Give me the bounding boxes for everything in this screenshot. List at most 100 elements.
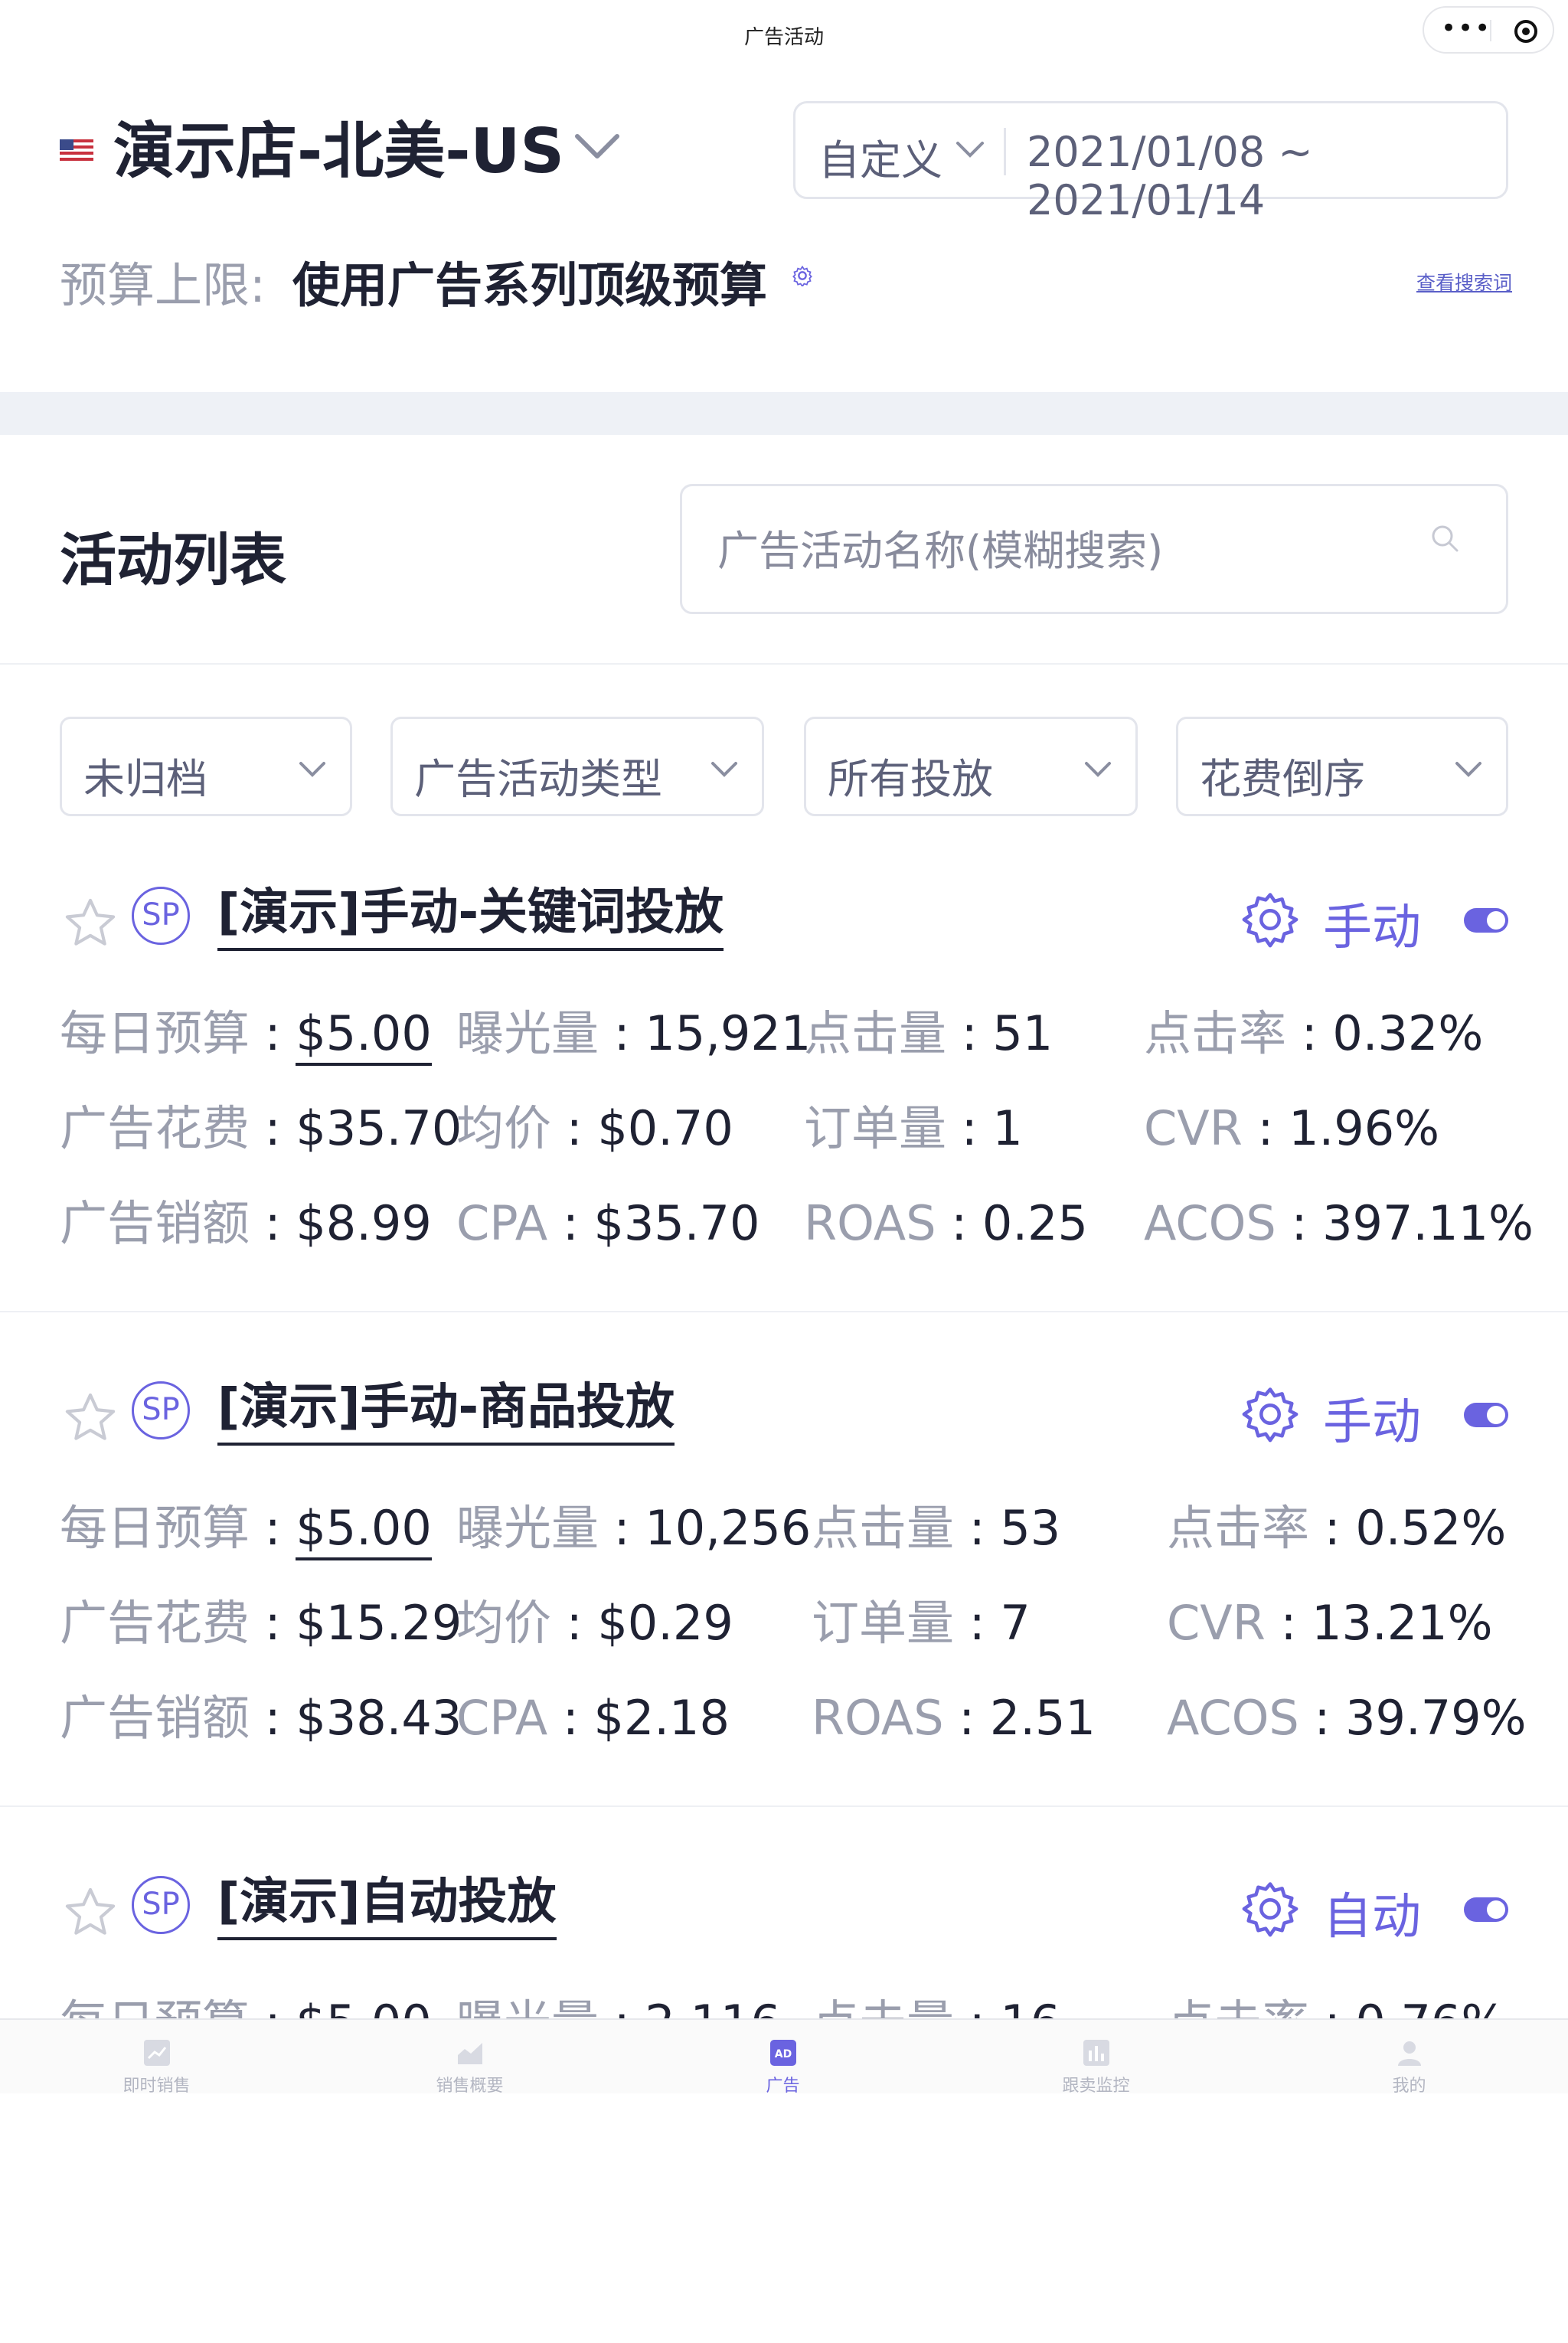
metric-colon: :: [1286, 1005, 1333, 1061]
daily-budget-value[interactable]: $5.00: [296, 1500, 432, 1560]
filter-campaign-type[interactable]: 广告活动类型: [390, 717, 764, 816]
campaign-card[interactable]: SP [演示]手动-关键词投放 手动 每日预算 : $5.00 曝光量 : 15,921…: [0, 859, 1568, 1354]
metric-label: ROAS: [804, 1195, 936, 1251]
metric-value: $0.70: [597, 1100, 733, 1156]
campaign-card[interactable]: SP [演示]手动-商品投放 手动 每日预算 : $5.00 曝光量 : 10,256 点…: [0, 1354, 1568, 1848]
filter-label: 未归档: [83, 755, 207, 803]
metric-colon: :: [1265, 1595, 1312, 1651]
metric-label: ACOS: [1167, 1690, 1299, 1746]
tab-label: 即时销售: [122, 2077, 191, 2096]
metric-item: 点击率 : 0.32%: [1144, 1005, 1483, 1063]
more-icon[interactable]: •••: [1441, 15, 1491, 41]
campaign-name-link[interactable]: [演示]手动-关键词投放: [217, 882, 724, 951]
metric-item: 均价 : $0.29: [456, 1594, 733, 1652]
tab-realtime-sales[interactable]: 即时销售: [0, 2020, 313, 2096]
campaign-settings-icon[interactable]: [1240, 1384, 1300, 1447]
metric-item: ACOS : 39.79%: [1167, 1689, 1527, 1747]
metric-label: CPA: [456, 1195, 548, 1251]
divider: [0, 1805, 1568, 1807]
page-title: 广告活动: [743, 26, 824, 49]
metric-label: 点击量: [804, 1005, 947, 1061]
date-mode-select[interactable]: 自定义: [818, 126, 942, 187]
section-divider-band: [0, 392, 1568, 435]
metric-item: 点击率 : 0.52%: [1167, 1499, 1506, 1557]
favorite-star-icon[interactable]: [61, 894, 119, 956]
budget-cap-value: 使用广告系列顶级预算: [292, 257, 768, 313]
metric-value: 51: [992, 1005, 1054, 1061]
campaign-enable-toggle[interactable]: [1464, 1403, 1508, 1427]
metric-colon: :: [551, 1100, 598, 1156]
favorite-star-icon[interactable]: [61, 1884, 119, 1945]
chevron-down-icon[interactable]: [573, 130, 622, 161]
metric-colon: :: [551, 1595, 598, 1651]
metric-colon: :: [946, 1100, 993, 1156]
metric-colon: :: [250, 1690, 296, 1746]
metric-value: 0.25: [982, 1195, 1088, 1251]
metric-label: 均价: [456, 1100, 552, 1156]
tab-label: 跟卖监控: [1062, 2077, 1130, 2096]
metric-item: 订单量 : 7: [812, 1594, 1031, 1652]
tab-label: 我的: [1392, 2077, 1426, 2096]
metric-label: 均价: [456, 1595, 552, 1651]
metric-label: CVR: [1144, 1100, 1243, 1156]
filter-label: 花费倒序: [1200, 755, 1365, 803]
metric-item[interactable]: 每日预算 : $5.00: [60, 1005, 432, 1066]
metric-value: 2.51: [989, 1690, 1096, 1746]
view-search-terms-link[interactable]: 查看搜索词: [1416, 268, 1512, 296]
metric-label: 点击率: [1167, 1500, 1310, 1556]
divider: [0, 1311, 1568, 1312]
divider: [1004, 128, 1006, 175]
settings-icon[interactable]: [792, 265, 813, 286]
campaign-enable-toggle[interactable]: [1464, 908, 1508, 933]
store-selector[interactable]: 演示店-北美-US: [113, 115, 564, 188]
metric-item: 曝光量 : 15,921: [456, 1005, 811, 1063]
capsule-divider: [1490, 20, 1491, 41]
metric-item: CVR : 13.21%: [1167, 1594, 1493, 1652]
metric-label: 点击率: [1144, 1005, 1287, 1061]
campaign-name-link[interactable]: [演示]手动-商品投放: [217, 1377, 675, 1446]
date-range-value[interactable]: 2021/01/08 ~ 2021/01/14: [1027, 128, 1506, 224]
metric-value: 10,256: [645, 1500, 812, 1556]
tab-mine[interactable]: 我的: [1253, 2020, 1566, 2096]
metric-colon: :: [250, 1595, 296, 1651]
metric-label: 曝光量: [456, 1005, 599, 1061]
close-mini-program-icon[interactable]: [1514, 20, 1537, 43]
date-range-picker[interactable]: 自定义 2021/01/08 ~ 2021/01/14: [793, 101, 1508, 224]
campaign-settings-icon[interactable]: [1240, 1879, 1300, 1942]
metric-item[interactable]: 每日预算 : $5.00: [60, 1499, 432, 1560]
metric-item: 曝光量 : 10,256: [456, 1499, 811, 1557]
metric-item: 均价 : $0.70: [456, 1100, 733, 1158]
metric-value: 7: [1000, 1595, 1031, 1651]
filter-sort-order[interactable]: 花费倒序: [1176, 717, 1508, 816]
tab-listing-monitor[interactable]: 跟卖监控: [939, 2020, 1253, 2096]
metric-item: 广告花费 : $15.29: [60, 1594, 462, 1652]
metric-colon: :: [599, 1005, 645, 1061]
campaign-search-input[interactable]: [716, 521, 1408, 580]
metric-item: CVR : 1.96%: [1144, 1100, 1439, 1158]
metric-label: ROAS: [812, 1690, 944, 1746]
favorite-star-icon[interactable]: [61, 1389, 119, 1450]
filter-label: 所有投放: [828, 755, 993, 803]
campaign-enable-toggle[interactable]: [1464, 1897, 1508, 1922]
user-icon: [1398, 2041, 1421, 2066]
campaign-name-link[interactable]: [演示]自动投放: [217, 1871, 557, 1940]
metric-label: 广告销额: [60, 1690, 250, 1746]
daily-budget-value[interactable]: $5.00: [296, 1005, 432, 1066]
tab-sales-overview[interactable]: 销售概要: [313, 2020, 626, 2096]
campaign-search-box[interactable]: [680, 484, 1508, 614]
metric-colon: :: [599, 1500, 645, 1556]
area-chart-icon: [458, 2043, 482, 2064]
bottom-tab-bar: 即时销售 销售概要 AD 广告 跟卖监控 我的: [0, 2018, 1568, 2096]
search-icon[interactable]: [1429, 523, 1460, 554]
metric-label: 曝光量: [456, 1500, 599, 1556]
metric-item: CPA : $2.18: [456, 1689, 730, 1747]
filter-archive-status[interactable]: 未归档: [60, 717, 352, 816]
campaign-settings-icon[interactable]: [1240, 890, 1300, 953]
filter-targeting[interactable]: 所有投放: [804, 717, 1138, 816]
chevron-down-icon: [1085, 762, 1111, 777]
metric-colon: :: [1276, 1195, 1323, 1251]
tab-ads[interactable]: AD 广告: [626, 2020, 939, 2096]
ad-icon: AD: [770, 2040, 796, 2066]
metric-item: ROAS : 2.51: [812, 1689, 1096, 1747]
metric-value: 397.11%: [1322, 1195, 1534, 1251]
